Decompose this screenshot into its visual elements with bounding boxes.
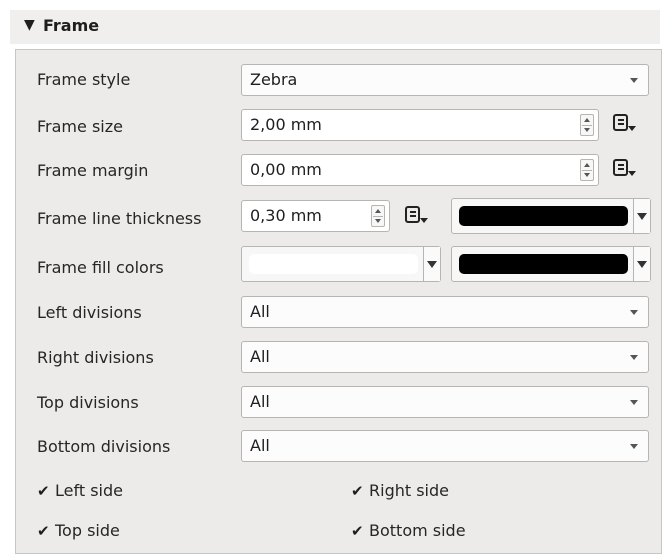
right-divisions-label: Right divisions [37, 348, 154, 367]
spin-buttons[interactable] [580, 159, 594, 181]
checkmark-icon[interactable]: ✔ [351, 482, 369, 500]
bottom-divisions-label: Bottom divisions [37, 437, 171, 456]
chevron-down-icon [630, 444, 638, 449]
bottom-side-label: Bottom side [369, 521, 466, 540]
frame-style-combo[interactable]: Zebra [241, 64, 649, 96]
right-side-label: Right side [369, 481, 449, 500]
checkmark-icon[interactable]: ✔ [37, 482, 55, 500]
frame-line-thickness-spinbox[interactable]: 0,30 mm [241, 200, 390, 232]
right-divisions-combo[interactable]: All [241, 341, 649, 373]
color-swatch [249, 254, 418, 274]
section-title: Frame [43, 16, 100, 35]
spin-up-icon[interactable] [584, 163, 590, 167]
color-swatch [459, 206, 628, 226]
frame-fill-color1-button[interactable] [241, 246, 441, 282]
frame-margin-value: 0,00 mm [250, 160, 322, 179]
color-dropdown[interactable] [633, 199, 650, 233]
frame-style-value: Zebra [250, 70, 298, 89]
chevron-down-icon [427, 261, 437, 268]
chevron-down-icon [637, 261, 647, 268]
chevron-down-icon [630, 400, 638, 405]
chevron-down-icon [630, 355, 638, 360]
left-side-checkbox[interactable]: ✔ Left side [37, 481, 123, 500]
bottom-side-checkbox[interactable]: ✔ Bottom side [351, 521, 466, 540]
color-dropdown[interactable] [633, 247, 650, 281]
bottom-divisions-combo[interactable]: All [241, 430, 649, 462]
top-side-checkbox[interactable]: ✔ Top side [37, 521, 120, 540]
spin-down-icon[interactable] [584, 128, 590, 132]
frame-size-value: 2,00 mm [250, 115, 322, 134]
frame-style-label: Frame style [37, 70, 131, 89]
frame-line-color-button[interactable] [451, 198, 651, 234]
checkmark-icon[interactable]: ✔ [351, 522, 369, 540]
right-divisions-value: All [250, 347, 270, 366]
bottom-divisions-value: All [250, 436, 270, 455]
spin-up-icon[interactable] [584, 118, 590, 122]
frame-margin-label: Frame margin [37, 161, 149, 180]
frame-size-label: Frame size [37, 117, 123, 136]
right-side-checkbox[interactable]: ✔ Right side [351, 481, 449, 500]
top-side-label: Top side [55, 521, 120, 540]
frame-line-thickness-label: Frame line thickness [37, 209, 202, 228]
chevron-down-icon [637, 213, 647, 220]
triangle-down-icon[interactable]: ▼ [24, 17, 35, 33]
chevron-down-icon [630, 310, 638, 315]
frame-line-thickness-value: 0,30 mm [250, 206, 322, 225]
frame-fill-color2-button[interactable] [451, 246, 651, 282]
color-swatch [459, 254, 628, 274]
left-divisions-value: All [250, 302, 270, 321]
spin-buttons[interactable] [580, 114, 594, 136]
spin-down-icon[interactable] [584, 173, 590, 177]
frame-margin-spinbox[interactable]: 0,00 mm [241, 154, 599, 186]
frame-fill-colors-label: Frame fill colors [37, 258, 164, 277]
data-defined-override-icon[interactable] [404, 204, 430, 228]
left-side-label: Left side [55, 481, 123, 500]
data-defined-override-icon[interactable] [612, 112, 638, 136]
spin-buttons[interactable] [371, 205, 385, 227]
left-divisions-label: Left divisions [37, 303, 142, 322]
frame-section-header[interactable]: ▼ Frame [10, 10, 660, 44]
spin-up-icon[interactable] [375, 209, 381, 213]
top-divisions-combo[interactable]: All [241, 386, 649, 418]
color-dropdown[interactable] [423, 247, 440, 281]
chevron-down-icon [630, 78, 638, 83]
top-divisions-value: All [250, 392, 270, 411]
top-divisions-label: Top divisions [37, 393, 139, 412]
checkmark-icon[interactable]: ✔ [37, 522, 55, 540]
frame-size-spinbox[interactable]: 2,00 mm [241, 109, 599, 141]
spin-down-icon[interactable] [375, 219, 381, 223]
data-defined-override-icon[interactable] [612, 157, 638, 181]
left-divisions-combo[interactable]: All [241, 296, 649, 328]
